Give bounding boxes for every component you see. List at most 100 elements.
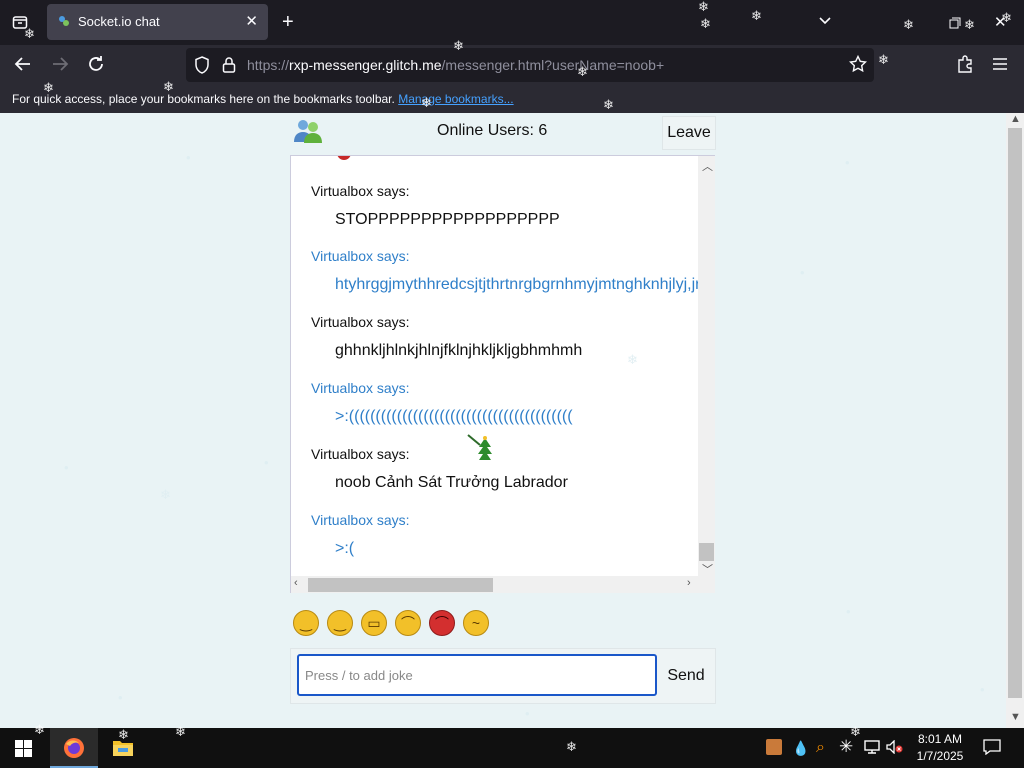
list-item: Virtualbox says: >:(((((((((((((((((((((…: [311, 380, 573, 426]
manage-bookmarks-link[interactable]: Manage bookmarks...: [398, 92, 513, 106]
search-tray-icon[interactable]: ⌕: [816, 739, 825, 757]
chevron-left-icon[interactable]: ‹: [294, 577, 298, 589]
chevron-up-icon[interactable]: ︿: [702, 158, 713, 174]
taskbar-clock[interactable]: 8:01 AM 1/7/2025: [912, 731, 968, 765]
star-burst-icon[interactable]: ✳: [839, 737, 853, 757]
windows-start-icon[interactable]: [15, 740, 32, 762]
messages-vertical-scrollbar[interactable]: ︿ ﹀: [698, 156, 715, 576]
snowflake-icon: •: [525, 706, 530, 721]
hamburger-menu-icon[interactable]: [992, 57, 1008, 76]
messages-scrollbar-thumb[interactable]: [699, 543, 714, 561]
message-text: htyhrggjmythhredcsjtjthrtnrgbgrnhmyjmtng…: [335, 276, 701, 293]
snowflake-icon: ❄: [421, 95, 432, 110]
url-text[interactable]: https://rxp-messenger.glitch.me/messenge…: [247, 57, 664, 73]
snowflake-icon: ❄: [964, 17, 975, 32]
leave-button[interactable]: Leave: [662, 116, 716, 150]
snowflake-icon: ❄: [118, 727, 129, 742]
message-sender: Virtualbox says:: [311, 446, 410, 462]
network-icon[interactable]: [864, 740, 880, 759]
messages-horizontal-scrollbar[interactable]: ‹ ›: [291, 576, 715, 593]
message-sender: Virtualbox says:: [311, 183, 410, 199]
restore-window-icon[interactable]: [949, 16, 961, 34]
url-scheme: https://: [247, 57, 290, 73]
chevron-down-icon[interactable]: ﹀: [702, 561, 713, 577]
message-sender: Virtualbox says:: [311, 380, 410, 396]
tracking-protection-shield-icon[interactable]: [194, 56, 210, 79]
snowflake-icon: ❄: [566, 739, 577, 754]
message-text: STOPPPPPPPPPPPPPPPPPP: [335, 211, 560, 228]
sick-emoji-icon[interactable]: ~: [463, 610, 489, 636]
christmas-tree-icon: [467, 434, 497, 467]
snowflake-icon: •: [845, 155, 850, 170]
water-drop-icon[interactable]: 💧: [792, 740, 809, 757]
message-sender: Virtualbox says:: [311, 512, 410, 528]
extensions-puzzle-icon[interactable]: [956, 55, 974, 78]
message-input[interactable]: [297, 654, 657, 696]
list-item: Virtualbox says: noob Cảnh Sát Trưởng La…: [311, 446, 568, 492]
snowflake-icon: ❄: [903, 17, 914, 32]
new-tab-icon[interactable]: +: [282, 11, 294, 34]
message-text: >:(: [335, 540, 355, 557]
snowflake-icon: •: [846, 604, 851, 619]
tray-app-icon[interactable]: [766, 739, 782, 755]
send-button[interactable]: Send: [662, 656, 710, 696]
scroll-down-arrow-icon[interactable]: ▼: [1010, 711, 1021, 723]
close-tab-icon[interactable]: ✕: [245, 12, 258, 30]
scroll-up-arrow-icon[interactable]: ▲: [1010, 113, 1021, 125]
volume-muted-icon[interactable]: [886, 739, 904, 759]
messages-hscroll-thumb[interactable]: [308, 578, 493, 592]
list-item: Virtualbox says: ghhnkljhlnkjhlnjfklnjhk…: [311, 314, 582, 360]
lock-icon[interactable]: [222, 56, 236, 79]
snowflake-icon: ❄: [24, 26, 35, 41]
wink-emoji-icon[interactable]: ‿: [327, 610, 353, 636]
smile-emoji-icon[interactable]: ‿: [293, 610, 319, 636]
chat-favicon-icon: [59, 16, 69, 26]
clock-date: 1/7/2025: [916, 749, 964, 763]
page-scrollbar[interactable]: ▲ ▼: [1006, 113, 1024, 728]
forward-arrow-icon[interactable]: [51, 55, 69, 78]
snowflake-icon: •: [264, 455, 269, 470]
page-scrollbar-thumb[interactable]: [1008, 128, 1022, 698]
online-users-icon: [293, 118, 323, 144]
url-path: /messenger.html?userName=noob+: [441, 57, 665, 73]
angry-emoji-icon: [337, 156, 351, 160]
message-text: noob Cảnh Sát Trưởng Labrador: [335, 474, 568, 491]
snowflake-icon: •: [980, 682, 985, 697]
tab-title: Socket.io chat: [78, 14, 160, 29]
message-text: ghhnkljhlnkjhlnjfklnjhkljkljgbhmhmh: [335, 342, 583, 359]
chevron-down-icon[interactable]: [818, 14, 832, 33]
list-item: Virtualbox says: >:(: [311, 512, 410, 558]
snowflake-icon: ❄: [34, 722, 45, 737]
list-item: Virtualbox says: htyhrggjmythhredcsjtjth…: [311, 248, 700, 294]
bookmark-star-icon[interactable]: [848, 54, 868, 78]
grin-emoji-icon[interactable]: ▭: [361, 610, 387, 636]
messages-panel[interactable]: Virtualbox says: STOPPPPPPPPPPPPPPPPPP V…: [290, 155, 715, 593]
snowflake-icon: ❄: [160, 487, 171, 502]
snowflake-icon: ❄: [43, 80, 54, 95]
message-sender: Virtualbox says:: [311, 314, 410, 330]
snowflake-icon: ❄: [627, 352, 638, 367]
snowflake-icon: ❄: [878, 52, 889, 67]
snowflake-icon: •: [800, 265, 805, 280]
snowflake-icon: ❄: [175, 724, 186, 739]
snowflake-icon: ❄: [163, 79, 174, 94]
snowflake-icon: •: [118, 690, 123, 705]
back-arrow-icon[interactable]: [14, 55, 32, 78]
sad-emoji-icon[interactable]: ⌒: [395, 610, 421, 636]
notifications-icon[interactable]: [983, 739, 1001, 760]
snowflake-icon: ❄: [603, 97, 614, 112]
chevron-right-icon[interactable]: ›: [687, 577, 691, 589]
reload-icon[interactable]: [87, 55, 105, 78]
snowflake-icon: •: [186, 150, 191, 165]
tab-socketio-chat[interactable]: Socket.io chat ✕: [47, 4, 268, 40]
firefox-taskbar-icon[interactable]: [50, 728, 98, 768]
snowflake-icon: ❄: [751, 8, 762, 23]
snowflake-icon: ❄: [577, 64, 588, 79]
online-users-count: Online Users: 6: [437, 122, 548, 139]
clock-time: 8:01 AM: [917, 732, 963, 746]
snowflake-icon: •: [64, 460, 69, 475]
message-sender: Virtualbox says:: [311, 248, 410, 264]
angry-emoji-icon[interactable]: ⌒: [429, 610, 455, 636]
list-item: Virtualbox says: STOPPPPPPPPPPPPPPPPPP: [311, 183, 560, 229]
snowflake-icon: ❄: [1001, 10, 1012, 25]
